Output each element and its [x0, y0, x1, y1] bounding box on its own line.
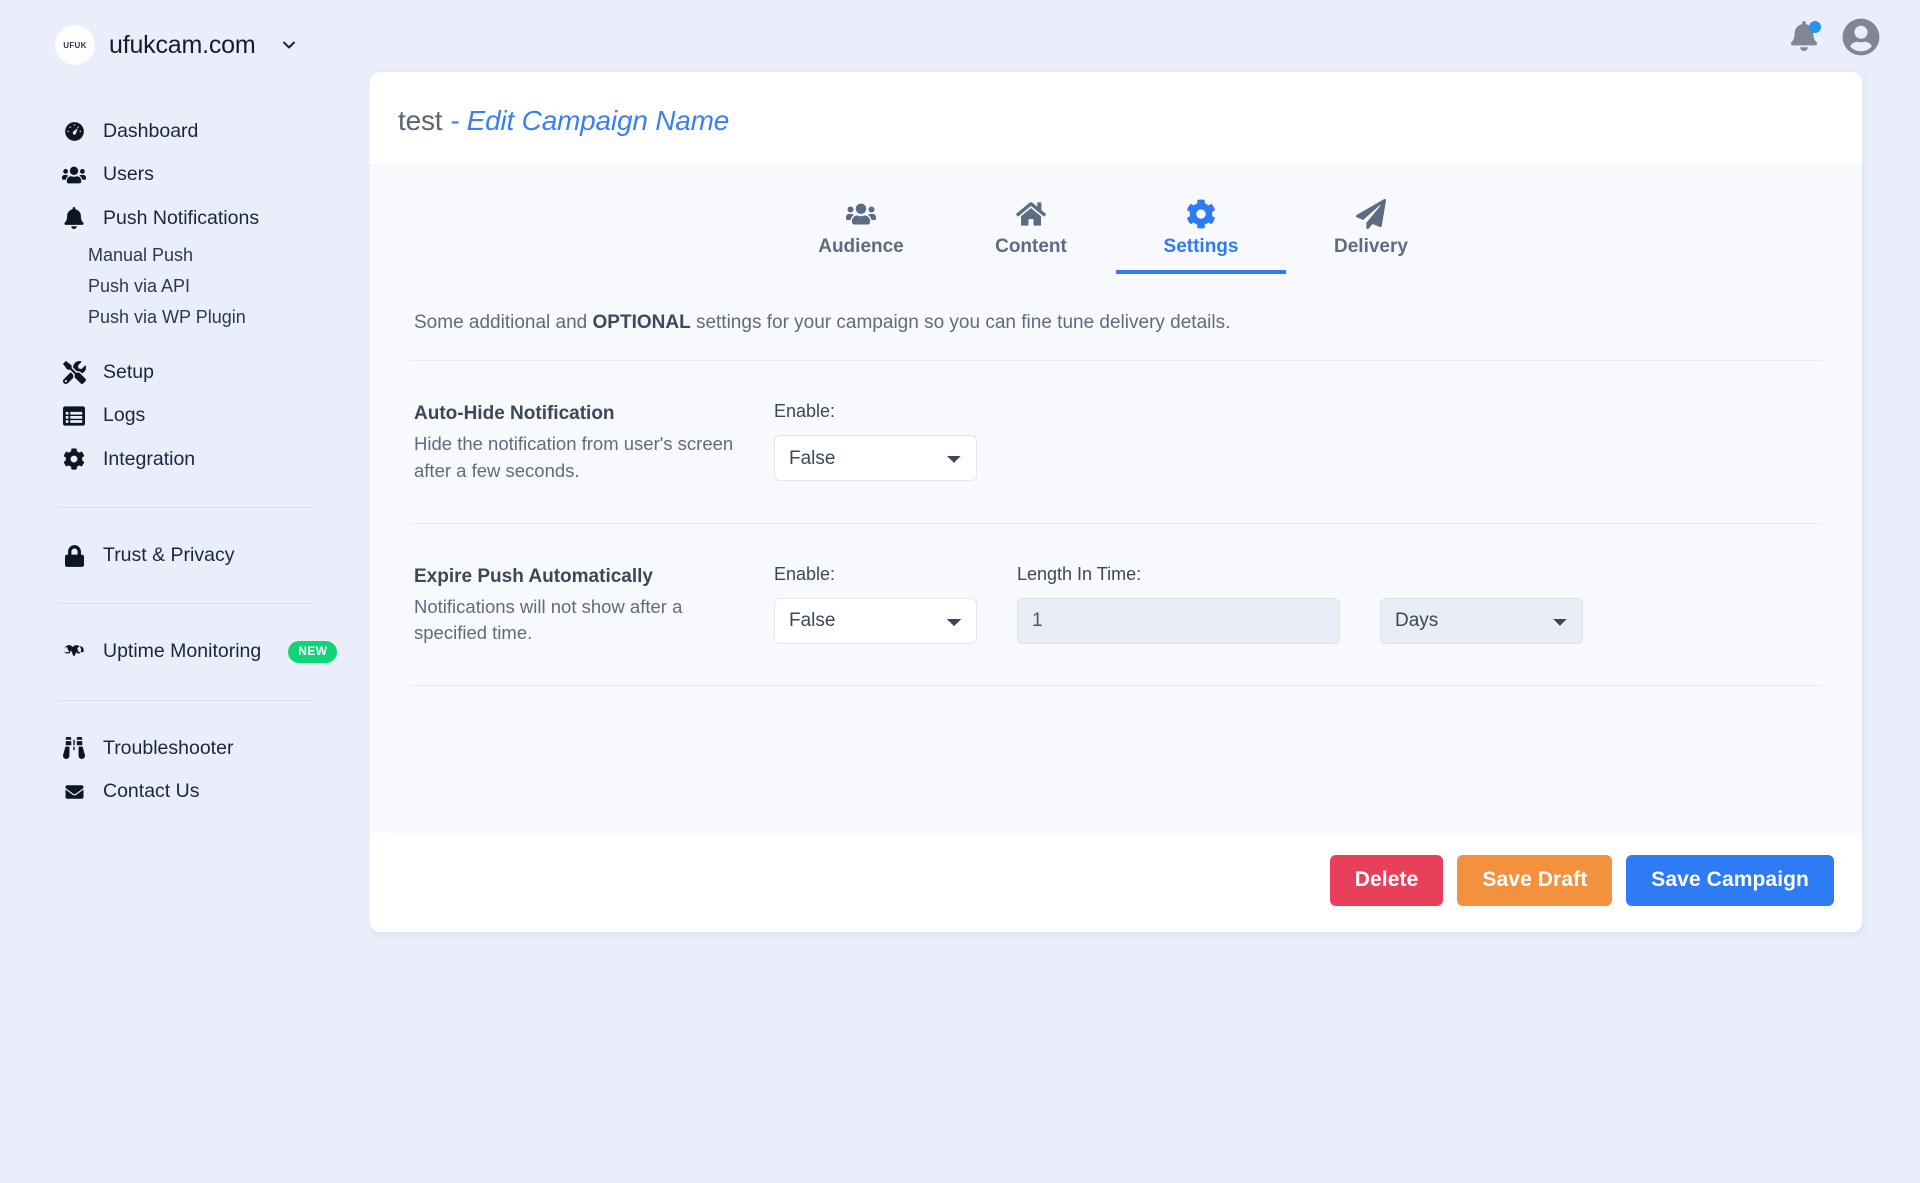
expire-unit-group: Days Hours Minutes — [1380, 564, 1583, 644]
campaign-editor-card: test - Edit Campaign Name Audience Conte… — [370, 72, 1862, 933]
sidebar-item-label: Setup — [103, 361, 154, 384]
tab-label: Settings — [1163, 236, 1239, 257]
users-icon — [62, 163, 86, 187]
field-label: Enable: — [774, 401, 836, 421]
users-icon — [776, 197, 946, 231]
tab-label: Content — [995, 236, 1067, 257]
sidebar-item-integration[interactable]: Integration — [0, 438, 370, 481]
sidebar-item-troubleshooter[interactable]: Troubleshooter — [0, 727, 370, 770]
paper-plane-icon — [1286, 197, 1456, 231]
brand-switcher[interactable]: UFUK ufukcam.com — [0, 0, 370, 72]
setting-row-auto-hide: Auto-Hide Notification Hide the notifica… — [410, 361, 1822, 524]
tab-settings[interactable]: Settings — [1116, 189, 1286, 274]
heartbeat-icon — [62, 640, 86, 664]
expire-enable-group: Enable: False True — [774, 564, 977, 644]
sidebar-item-dashboard[interactable]: Dashboard — [0, 110, 370, 153]
setting-title: Auto-Hide Notification — [414, 403, 615, 424]
tab-audience[interactable]: Audience — [776, 189, 946, 274]
sidebar-item-users[interactable]: Users — [0, 153, 370, 196]
expire-unit-select[interactable]: Days Hours Minutes — [1380, 597, 1583, 644]
main-content: test - Edit Campaign Name Audience Conte… — [370, 0, 1920, 1183]
sidebar-divider-1 — [58, 507, 315, 509]
expire-length-group: Length In Time: — [1017, 564, 1340, 644]
brand-name: ufukcam.com — [109, 30, 256, 59]
status-badge: NEW — [288, 640, 338, 664]
sidebar-item-trust-privacy[interactable]: Trust & Privacy — [0, 534, 370, 577]
sidebar-item-label: Dashboard — [103, 120, 199, 142]
tab-delivery[interactable]: Delivery — [1286, 189, 1456, 274]
sidebar-item-label: Troubleshooter — [103, 736, 234, 759]
field-label — [1380, 564, 1583, 585]
tab-content[interactable]: Content — [946, 189, 1116, 274]
user-avatar-icon[interactable] — [1842, 18, 1880, 56]
app-root: UFUK ufukcam.com Dashboard Users Push No… — [0, 0, 1920, 1183]
chevron-down-icon[interactable] — [279, 35, 299, 55]
sidebar-item-logs[interactable]: Logs — [0, 394, 370, 437]
gear-icon — [1116, 197, 1286, 231]
setting-subtitle: Notifications will not show after a spec… — [414, 595, 683, 644]
sidebar-item-setup[interactable]: Setup — [0, 351, 370, 394]
campaign-tabs: Audience Content Settings Delivery — [410, 189, 1822, 274]
tab-label: Audience — [818, 236, 904, 257]
sidebar-subitem-push-via-wp-plugin[interactable]: Push via WP Plugin — [0, 302, 370, 333]
sidebar-nav: Dashboard Users Push Notifications Manua… — [0, 110, 370, 813]
save-campaign-button[interactable]: Save Campaign — [1626, 855, 1834, 907]
setting-row-expire-push: Expire Push Automatically Notifications … — [410, 524, 1822, 687]
intro-part-2: settings for your campaign so you can fi… — [690, 312, 1231, 333]
page-title: test - Edit Campaign Name — [398, 105, 1834, 137]
binoculars-icon — [62, 736, 86, 760]
setting-title: Expire Push Automatically — [414, 565, 653, 587]
sidebar-subitem-push-via-api[interactable]: Push via API — [0, 271, 370, 302]
auto-hide-enable-group: Enable: False True — [774, 401, 977, 481]
sidebar: UFUK ufukcam.com Dashboard Users Push No… — [0, 0, 370, 1183]
setting-subtitle: Hide the notification from user's screen… — [414, 433, 734, 481]
sidebar-item-label: Users — [103, 163, 154, 186]
intro-emphasis: OPTIONAL — [592, 312, 691, 333]
edit-campaign-name-link[interactable]: - Edit Campaign Name — [450, 105, 729, 136]
list-icon — [62, 404, 86, 428]
home-icon — [946, 197, 1116, 231]
notification-unread-dot — [1809, 21, 1821, 33]
sidebar-divider-3 — [58, 699, 315, 701]
setting-description: Expire Push Automatically Notifications … — [414, 564, 774, 648]
brand-avatar: UFUK — [55, 25, 95, 65]
sidebar-item-label: Uptime Monitoring — [103, 640, 262, 663]
sidebar-item-label: Logs — [103, 404, 146, 427]
setting-description: Auto-Hide Notification Hide the notifica… — [414, 401, 774, 485]
sidebar-item-push-notifications[interactable]: Push Notifications — [0, 197, 370, 240]
sidebar-item-label: Push Notifications — [103, 206, 260, 229]
auto-hide-enable-select[interactable]: False True — [774, 435, 977, 481]
expire-enable-select[interactable]: False True — [774, 597, 977, 644]
sidebar-item-uptime-monitoring[interactable]: Uptime Monitoring NEW — [0, 630, 370, 673]
card-header: test - Edit Campaign Name — [370, 72, 1862, 163]
campaign-name: test — [398, 105, 443, 136]
sidebar-subitem-manual-push[interactable]: Manual Push — [0, 240, 370, 271]
envelope-icon — [62, 780, 86, 804]
notifications-button[interactable] — [1790, 21, 1821, 53]
dashboard-gauge-icon — [62, 120, 86, 144]
sidebar-item-label: Integration — [103, 447, 196, 470]
card-footer: Delete Save Draft Save Campaign — [370, 833, 1862, 933]
field-label: Enable: — [774, 563, 836, 584]
settings-intro-text: Some additional and OPTIONAL settings fo… — [410, 312, 1822, 361]
delete-button[interactable]: Delete — [1329, 855, 1444, 907]
gear-icon — [62, 447, 86, 471]
save-draft-button[interactable]: Save Draft — [1457, 855, 1613, 907]
sidebar-item-label: Contact Us — [103, 780, 200, 803]
sidebar-item-label: Trust & Privacy — [103, 544, 235, 567]
field-label: Length In Time: — [1017, 563, 1142, 584]
intro-part-1: Some additional and — [414, 312, 593, 333]
lock-icon — [62, 544, 86, 568]
bell-icon — [62, 206, 86, 230]
card-body: Audience Content Settings Delivery Some … — [370, 163, 1862, 834]
tab-label: Delivery — [1334, 236, 1408, 257]
topbar-actions — [1790, 18, 1880, 56]
expire-length-input[interactable] — [1017, 597, 1340, 644]
sidebar-item-contact-us[interactable]: Contact Us — [0, 770, 370, 813]
tools-icon — [62, 361, 86, 385]
sidebar-divider-2 — [58, 603, 315, 605]
